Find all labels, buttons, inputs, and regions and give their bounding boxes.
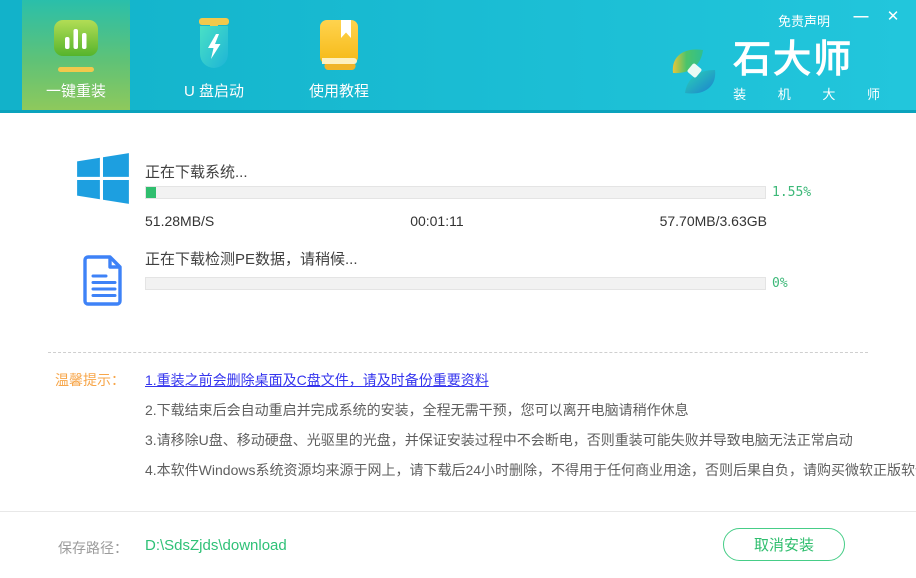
tip-line-1: 1.重装之前会删除桌面及C盘文件，请及时备份重要资料 <box>145 370 489 390</box>
brand-title: 石大师 <box>733 40 894 80</box>
document-icon <box>80 253 128 312</box>
tab-tutorial[interactable]: 使用教程 <box>283 0 395 110</box>
system-progress-percent: 1.55% <box>772 185 811 200</box>
header-bar: 一键重装 U 盘启动 <box>0 0 916 113</box>
pe-progress-bar <box>145 277 766 290</box>
brand-logo-icon <box>665 43 723 101</box>
download-stats-row: 51.28MB/S 00:01:11 57.70MB/3.63GB <box>145 213 767 229</box>
tip-line-3: 3.请移除U盘、移动硬盘、光驱里的光盘，并保证安装过程中不会断电，否则重装可能失… <box>145 430 853 450</box>
brand-subtitle: 装 机 大 师 <box>733 84 894 103</box>
tab-icon-underline <box>58 67 94 72</box>
tab-label: 使用教程 <box>309 80 369 101</box>
app-window: 一键重装 U 盘启动 <box>0 0 916 578</box>
tip-line-4: 4.本软件Windows系统资源均来源于网上，请下载后24小时删除，不得用于任何… <box>145 460 916 480</box>
windows-icon <box>74 150 132 213</box>
tab-usb-boot[interactable]: U 盘启动 <box>158 0 270 110</box>
system-progress-bar <box>145 186 766 199</box>
save-path-label: 保存路径： <box>58 538 128 558</box>
brand-logo: 石大师 装 机 大 师 <box>665 40 894 103</box>
download-speed: 51.28MB/S <box>145 213 214 229</box>
dashed-divider <box>48 352 868 353</box>
save-path-value[interactable]: D:\SdsZjds\download <box>145 537 287 554</box>
download-pe-title: 正在下载检测PE数据，请稍候... <box>145 248 358 269</box>
system-progress-fill <box>146 187 156 198</box>
disclaimer-link[interactable]: 免责声明 <box>778 11 830 30</box>
tips-label: 温馨提示： <box>55 370 125 390</box>
usb-icon <box>191 14 237 76</box>
tip-line-2: 2.下载结束后会自动重启并完成系统的安装，全程无需干预，您可以离开电脑请稍作休息 <box>145 400 689 420</box>
tab-label: 一键重装 <box>46 80 106 101</box>
pe-progress-percent: 0% <box>772 276 788 291</box>
footer-bar: 保存路径： D:\SdsZjds\download 取消安装 <box>0 511 916 578</box>
chart-icon <box>52 14 100 76</box>
brand-logo-text: 石大师 装 机 大 师 <box>733 40 894 103</box>
download-system-title: 正在下载系统... <box>145 161 248 182</box>
book-icon <box>315 14 363 76</box>
tab-label: U 盘启动 <box>184 80 244 101</box>
cancel-install-button[interactable]: 取消安装 <box>723 528 845 561</box>
tab-one-key-reinstall[interactable]: 一键重装 <box>22 0 130 110</box>
minimize-button[interactable]: — <box>850 6 872 28</box>
download-elapsed-time: 00:01:11 <box>410 213 463 229</box>
download-size: 57.70MB/3.63GB <box>660 213 767 229</box>
close-button[interactable]: ✕ <box>882 6 904 28</box>
